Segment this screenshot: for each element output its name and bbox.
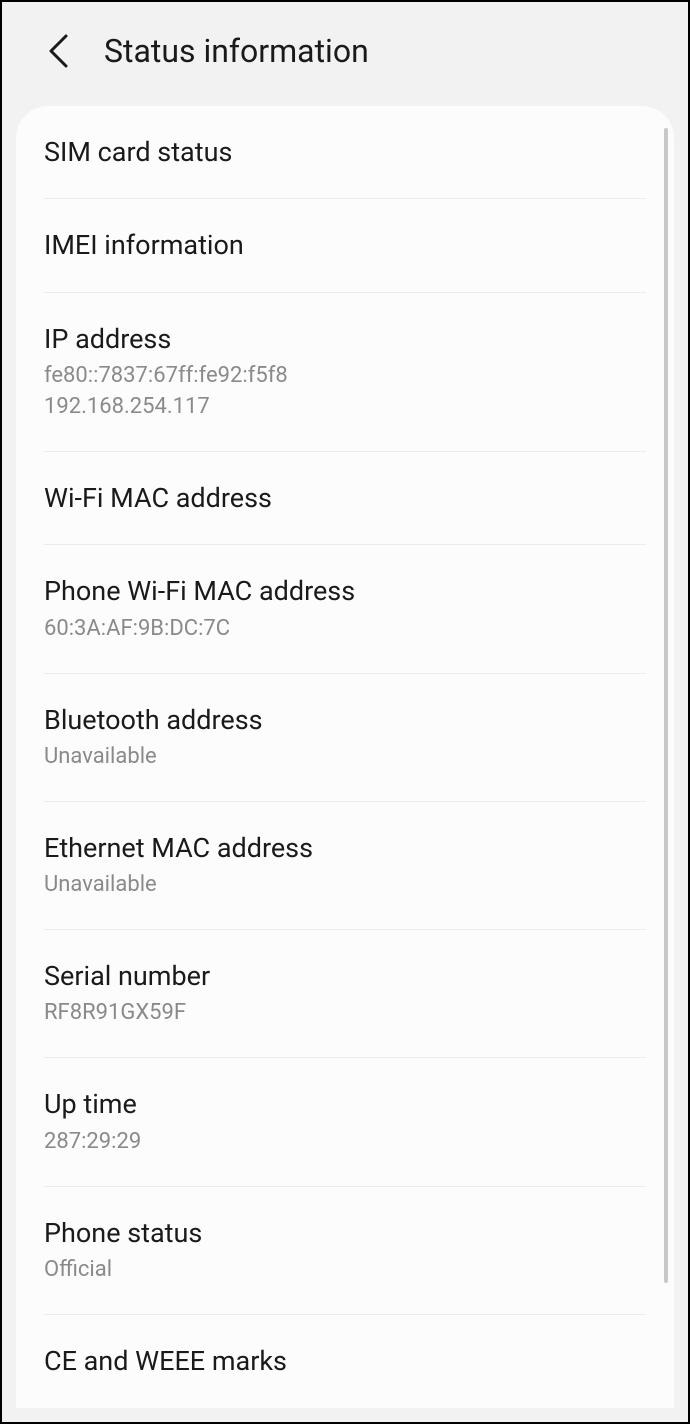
list-item-phone-wifi-mac-address[interactable]: Phone Wi-Fi MAC address 60:3A:AF:9B:DC:7… bbox=[44, 545, 646, 673]
item-title: Phone status bbox=[44, 1215, 646, 1251]
item-title: Phone Wi-Fi MAC address bbox=[44, 573, 646, 609]
item-value: fe80::7837:67ff:fe92:f5f8 192.168.254.11… bbox=[44, 361, 646, 423]
item-title: IP address bbox=[44, 321, 646, 357]
item-title: IMEI information bbox=[44, 227, 646, 263]
header: Status information bbox=[2, 2, 688, 106]
list-item-phone-status[interactable]: Phone status Official bbox=[44, 1187, 646, 1315]
list-item-sim-card-status[interactable]: SIM card status bbox=[44, 106, 646, 199]
item-value: Official bbox=[44, 1255, 646, 1286]
list-item-ethernet-mac-address[interactable]: Ethernet MAC address Unavailable bbox=[44, 802, 646, 930]
list-item-bluetooth-address[interactable]: Bluetooth address Unavailable bbox=[44, 674, 646, 802]
list-item-ce-weee-marks[interactable]: CE and WEEE marks bbox=[44, 1315, 646, 1407]
settings-card: SIM card status IMEI information IP addr… bbox=[16, 106, 674, 1408]
item-title: Serial number bbox=[44, 958, 646, 994]
item-title: SIM card status bbox=[44, 134, 646, 170]
chevron-left-icon bbox=[46, 33, 70, 69]
list-item-up-time[interactable]: Up time 287:29:29 bbox=[44, 1058, 646, 1186]
list-item-ip-address[interactable]: IP address fe80::7837:67ff:fe92:f5f8 192… bbox=[44, 293, 646, 452]
item-title: Ethernet MAC address bbox=[44, 830, 646, 866]
item-title: Wi-Fi MAC address bbox=[44, 480, 646, 516]
settings-list: SIM card status IMEI information IP addr… bbox=[16, 106, 674, 1407]
list-item-serial-number[interactable]: Serial number RF8R91GX59F bbox=[44, 930, 646, 1058]
back-button[interactable] bbox=[42, 35, 74, 67]
list-item-imei-information[interactable]: IMEI information bbox=[44, 199, 646, 292]
item-title: Bluetooth address bbox=[44, 702, 646, 738]
list-item-wifi-mac-address[interactable]: Wi-Fi MAC address bbox=[44, 452, 646, 545]
item-value: 60:3A:AF:9B:DC:7C bbox=[44, 614, 646, 645]
item-title: Up time bbox=[44, 1086, 646, 1122]
item-value: Unavailable bbox=[44, 870, 646, 901]
item-value: 287:29:29 bbox=[44, 1127, 646, 1158]
item-value: RF8R91GX59F bbox=[44, 998, 646, 1029]
page-title: Status information bbox=[104, 32, 369, 70]
item-value: Unavailable bbox=[44, 742, 646, 773]
item-title: CE and WEEE marks bbox=[44, 1343, 646, 1379]
scrollbar[interactable] bbox=[664, 128, 668, 1283]
